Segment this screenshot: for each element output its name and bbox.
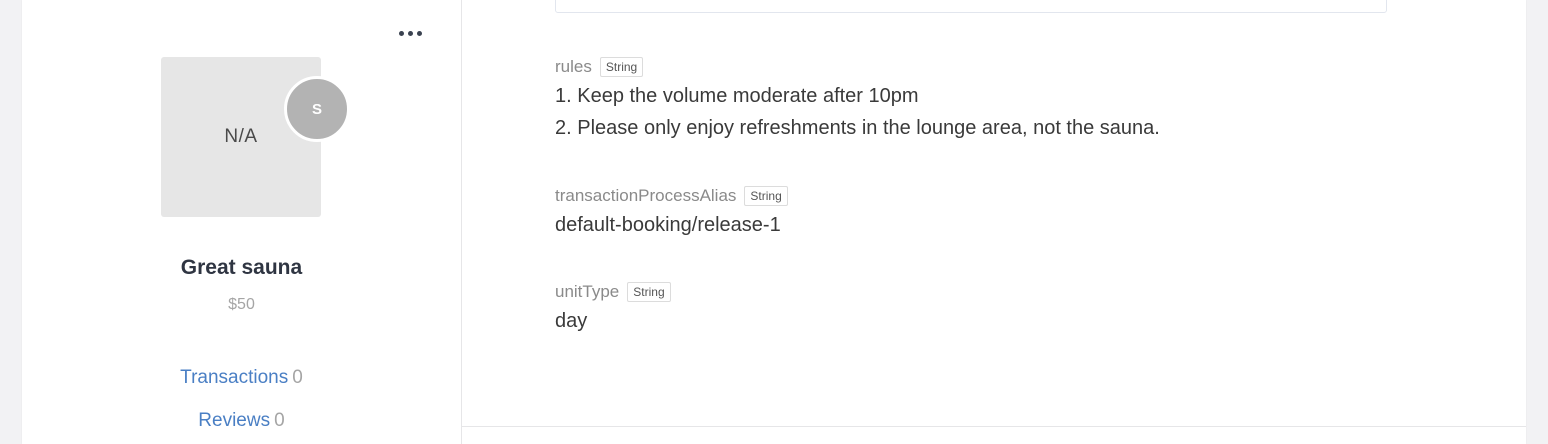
- rules-line: 2. Please only enjoy refreshments in the…: [555, 117, 1160, 139]
- page: N/A S Great sauna $50 Transactions 0 Revi…: [0, 0, 1548, 444]
- more-horizontal-icon: [398, 30, 404, 36]
- listing-title: Great sauna: [180, 256, 303, 279]
- rules-line: 1. Keep the volume moderate after 10pm: [555, 85, 919, 107]
- author-avatar[interactable]: S: [284, 76, 350, 142]
- listing-summary-panel: N/A S Great sauna $50 Transactions 0 Revi…: [22, 0, 462, 444]
- more-horizontal-icon-dot: [416, 30, 422, 36]
- reviews-stat: Reviews 0: [22, 410, 461, 432]
- listing-image-placeholder-text: N/A: [224, 126, 258, 147]
- field-transaction-process-alias: transactionProcessAlias String default-b…: [555, 186, 788, 241]
- transactions-stat: Transactions 0: [22, 367, 461, 389]
- transactions-link[interactable]: Transactions: [180, 367, 288, 388]
- reviews-count: 0: [274, 410, 285, 431]
- listing-image-placeholder: N/A: [161, 57, 321, 217]
- field-name: unitType: [555, 282, 620, 301]
- listing-card: N/A S Great sauna $50 Transactions 0 Revi…: [22, 0, 1526, 444]
- field-name: transactionProcessAlias: [555, 186, 737, 205]
- avatar-initial: S: [311, 100, 322, 118]
- json-editor-field[interactable]: [555, 0, 1387, 13]
- divider: [462, 426, 1526, 427]
- field-header: rules String: [555, 57, 1160, 77]
- field-header: unitType String: [555, 282, 671, 302]
- more-horizontal-icon-dot: [407, 30, 413, 36]
- field-rules: rules String 1. Keep the volume moderate…: [555, 57, 1160, 144]
- more-options-button[interactable]: [395, 22, 425, 44]
- field-value: default-booking/release-1: [555, 214, 781, 236]
- transactions-count: 0: [292, 367, 303, 388]
- field-name: rules: [555, 57, 592, 76]
- reviews-link[interactable]: Reviews: [198, 410, 270, 431]
- field-value: day: [555, 310, 588, 332]
- listing-price: $50: [228, 296, 255, 313]
- field-header: transactionProcessAlias String: [555, 186, 788, 206]
- field-value: 1. Keep the volume moderate after 10pm 2…: [555, 80, 1160, 144]
- type-badge: String: [599, 57, 644, 77]
- field-unit-type: unitType String day: [555, 282, 671, 337]
- listing-details-panel: rules String 1. Keep the volume moderate…: [462, 0, 1526, 444]
- type-badge: String: [627, 282, 671, 302]
- type-badge: String: [744, 186, 788, 206]
